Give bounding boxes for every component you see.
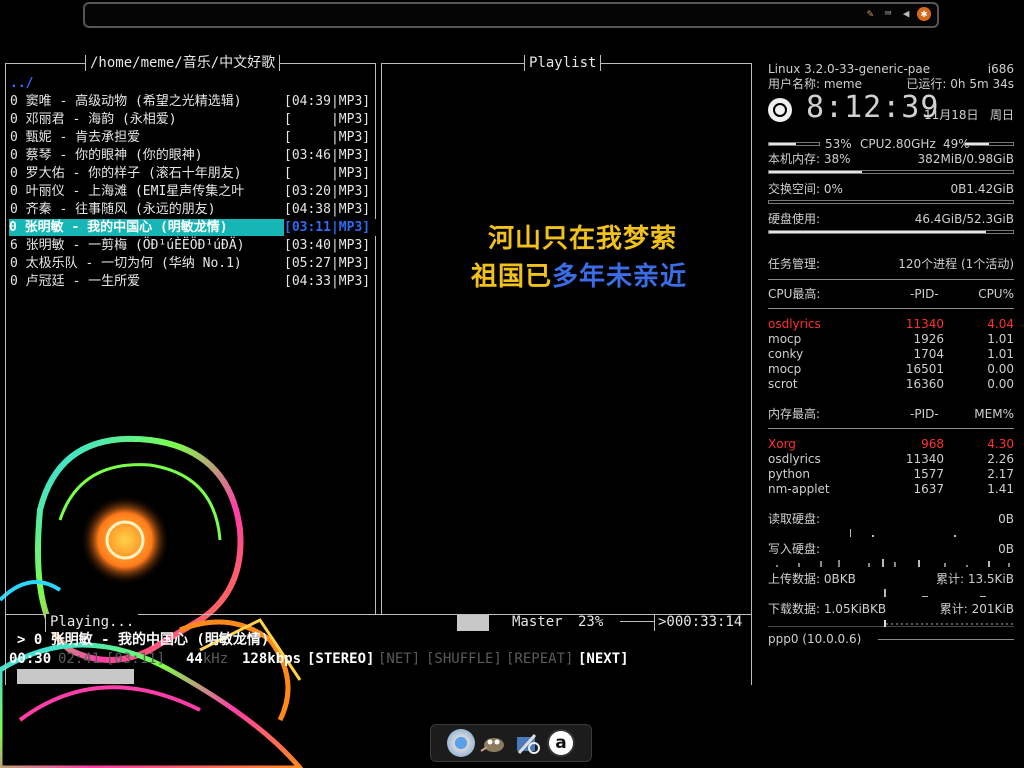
flag-stereo: [STEREO] — [307, 651, 375, 667]
list-item[interactable]: 6 张明敏 - 一剪梅 (ÖÐ¹úÈËÖÐ¹úÐÄ) [03:40|MP3] — [10, 237, 370, 254]
mixer-value: 23% — [578, 614, 604, 630]
mem-top-header: 内存最高: -PID- MEM% — [768, 407, 1014, 421]
time-left: 02:41 — [58, 651, 101, 667]
status-divider — [620, 621, 654, 622]
amarok-icon[interactable]: a — [547, 729, 575, 757]
disk-fill — [769, 231, 987, 233]
total-time: >000:33:14 — [654, 614, 742, 631]
now-playing: > 0 张明敏 - 我的中国心 (明敏龙情) — [17, 632, 270, 648]
swap-row: 交换空间: 0% 0B1.42GiB — [768, 182, 1014, 196]
top-panel: ✎ ⌨ ◀ ✱ — [83, 2, 939, 28]
chromium-icon[interactable] — [447, 729, 475, 757]
directory-title: /home/meme/音乐/中文好歌 — [85, 55, 281, 71]
iface-row: ppp0 (10.0.0.6) — [768, 632, 1014, 647]
system-tools-icon[interactable] — [513, 729, 541, 757]
process-row: conky 1704 1.01 — [768, 347, 1014, 361]
list-item[interactable]: 0 窦唯 - 高级动物 (希望之光精选辑) [04:39|MP3] — [10, 93, 370, 110]
progress-track[interactable] — [8, 668, 741, 684]
process-row: nm-applet 1637 1.41 — [768, 482, 1014, 496]
gimp-icon[interactable] — [479, 729, 507, 757]
kernel-row: Linux 3.2.0-33-generic-pae i686 — [768, 62, 1014, 76]
disk-write-row: 写入硬盘: 0B — [768, 542, 1014, 556]
lyric-line-2-b: 多年未亲近 — [552, 262, 688, 292]
list-item[interactable]: 0 甄妮 - 肯去承担爱[ |MP3] — [10, 129, 370, 146]
process-row: osdlyrics 11340 2.26 — [768, 452, 1014, 466]
system-tray: ✎ ⌨ ◀ ✱ — [863, 7, 931, 21]
parent-directory[interactable]: ../ — [10, 75, 33, 92]
flag-shuffle: [SHUFFLE] — [426, 651, 502, 667]
bitrate: 128kbps — [242, 651, 302, 667]
list-item-selected[interactable]: 0 张明敏 - 我的中国心 (明敏龙情) [03:11|MP3] — [9, 219, 377, 236]
divider — [768, 428, 1014, 429]
lyric-line-2-a: 祖国已 — [471, 262, 553, 292]
process-row: mocp 1926 1.01 — [768, 332, 1014, 346]
volume-icon[interactable]: ◀ — [899, 7, 913, 21]
divider — [768, 279, 1014, 280]
time-elapsed: 00:30 — [9, 651, 52, 667]
ubuntu-logo-icon — [768, 98, 792, 122]
disk-write-graph — [776, 559, 1010, 567]
process-row: Xorg 968 4.30 — [768, 437, 1014, 451]
keyboard-icon[interactable]: ⌨ — [881, 7, 895, 21]
mem-bar — [768, 170, 1014, 174]
download-row: 下载数据: 1.05KiBKB 累计: 201KiB — [768, 602, 1014, 616]
disk-read-graph — [850, 529, 956, 537]
dock: a — [430, 724, 592, 762]
cpu-top-header: CPU最高: -PID- CPU% — [768, 287, 1014, 301]
state-box: Playing... — [45, 614, 139, 632]
sample-rate: 44kHz — [186, 651, 229, 667]
flag-next: [NEXT] — [578, 651, 629, 667]
list-item[interactable]: 0 蔡琴 - 你的眼神 (你的眼神) [03:46|MP3] — [10, 147, 370, 164]
process-row: mocp 16501 0.00 — [768, 362, 1014, 376]
list-item[interactable]: 0 卢冠廷 - 一生所爱 [04:33|MP3] — [10, 273, 370, 290]
player-state: Playing... — [50, 614, 135, 630]
process-row: python 1577 2.17 — [768, 467, 1014, 481]
list-item[interactable]: 0 叶丽仪 - 上海滩 (EMI星声传集之叶 [03:20|MP3] — [10, 183, 370, 200]
cpu2-fill — [965, 143, 989, 145]
time-total: [03:11] — [106, 651, 166, 667]
upload-row: 上传数据: 0BKB 累计: 13.5KiB — [768, 572, 1014, 586]
list-item[interactable]: 0 罗大佑 - 你的样子 (滚石十年朋友)[ |MP3] — [10, 165, 370, 182]
flag-repeat: [REPEAT] — [506, 651, 574, 667]
playlist-title: Playlist — [524, 55, 602, 71]
process-row: osdlyrics 11340 4.04 — [768, 317, 1014, 331]
lyric-line-2: 祖国已多年未亲近 — [471, 256, 687, 293]
disk-bar — [768, 230, 1014, 234]
conky-monitor: Linux 3.2.0-33-generic-pae i686 用户名称: mem… — [768, 62, 1014, 652]
date-row: 11月18日 周日 — [924, 108, 1014, 122]
list-item[interactable]: 0 齐秦 - 往事随风 (永远的朋友) [04:38|MP3] — [10, 201, 370, 218]
disk-row: 硬盘使用: 46.4GiB/52.3GiB — [768, 212, 1014, 226]
download-graph — [768, 620, 1014, 627]
lyric-line-1: 河山只在我梦萦 — [488, 224, 678, 254]
list-item[interactable]: 0 邓丽君 - 海韵 (永相爱)[ |MP3] — [10, 111, 370, 128]
tools-icon[interactable]: ✎ — [863, 7, 877, 21]
weather-icon[interactable]: ✱ — [917, 7, 931, 21]
mixer-bar[interactable] — [457, 615, 489, 631]
progress-fill — [17, 669, 135, 684]
swap-bar — [768, 200, 1014, 204]
upload-graph — [884, 589, 986, 597]
mixer-label: Master — [512, 614, 563, 630]
playlist-panel[interactable] — [381, 63, 752, 615]
divider — [768, 308, 1014, 309]
task-row: 任务管理: 120个进程 (1个活动) — [768, 257, 1014, 271]
cpu2-bar — [964, 142, 1014, 146]
disk-read-row: 读取硬盘: 0B — [768, 512, 1014, 526]
list-item[interactable]: 0 太极乐队 - 一切为何 (华纳 No.1) [05:27|MP3] — [10, 255, 370, 272]
flag-net: [NET] — [378, 651, 421, 667]
file-list: ../ 0 窦唯 - 高级动物 (希望之光精选辑) [04:39|MP3] 0 邓… — [2, 75, 377, 305]
clock: 8:12:39 — [806, 90, 940, 125]
mem-fill — [769, 171, 862, 173]
process-row: scrot 16360 0.00 — [768, 377, 1014, 391]
mem-row: 本机内存: 38% 382MiB/0.98GiB — [768, 152, 1014, 166]
